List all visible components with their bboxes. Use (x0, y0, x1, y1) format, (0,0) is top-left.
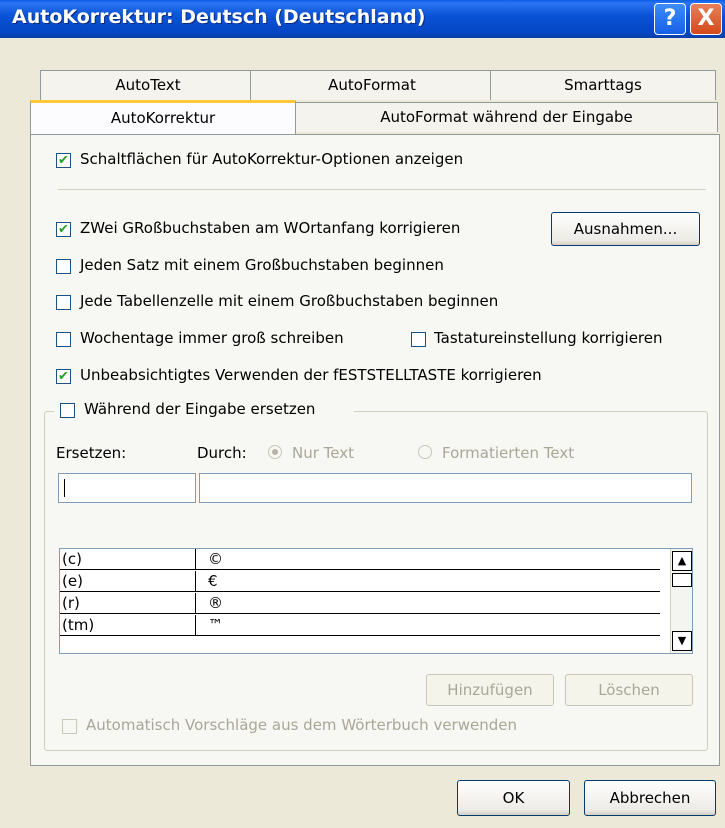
table-row[interactable]: (r) ® (60, 593, 660, 614)
separator (58, 189, 706, 190)
radio-formatted-text-label: Formatierten Text (442, 444, 575, 462)
radio-plain-text-label: Nur Text (292, 444, 354, 462)
scroll-down-icon[interactable]: ▼ (672, 631, 692, 651)
scroll-up-icon[interactable]: ▲ (672, 551, 692, 571)
tab-smarttags[interactable]: Smarttags (490, 70, 716, 100)
capslock-label: Unbeabsichtigtes Verwenden der fESTSTELL… (80, 366, 542, 384)
dictionary-checkbox[interactable] (62, 719, 77, 734)
durch-input[interactable] (199, 473, 692, 503)
sentence-cap-label: Jeden Satz mit einem Großbuchstaben begi… (80, 256, 444, 274)
table-row[interactable]: (tm) ™ (60, 615, 660, 636)
entry-to: ™ (208, 616, 223, 634)
replace-while-typing-checkbox[interactable] (60, 403, 75, 418)
cancel-button[interactable]: Abbrechen (584, 780, 716, 816)
entry-from: (e) (60, 571, 196, 592)
table-cell-cap-label: Jede Tabellenzelle mit einem Großbuchsta… (80, 292, 499, 310)
tab-autoformat[interactable]: AutoFormat (250, 70, 494, 100)
ersetzen-input[interactable] (58, 473, 196, 503)
tab-autokorrektur[interactable]: AutoKorrektur (30, 100, 296, 134)
keyboard-label: Tastatureinstellung korrigieren (434, 329, 663, 347)
scroll-thumb[interactable] (672, 573, 692, 587)
capslock-checkbox[interactable]: ✔ (56, 369, 71, 384)
exceptions-button[interactable]: Ausnahmen... (551, 212, 700, 246)
table-cell-cap-checkbox[interactable] (56, 295, 71, 310)
radio-plain-text[interactable] (268, 445, 282, 459)
entry-from: (tm) (60, 615, 196, 636)
close-button[interactable]: X (690, 3, 722, 35)
show-buttons-label: Schaltflächen für AutoKorrektur-Optionen… (80, 150, 464, 168)
autocorrect-list[interactable]: (c) © (e) € (r) ® (tm) ™ ▲ ▼ (59, 548, 693, 654)
keyboard-checkbox[interactable] (411, 332, 426, 347)
window-title: AutoKorrektur: Deutsch (Deutschland) (12, 6, 426, 28)
add-button[interactable]: Hinzufügen (426, 674, 554, 706)
replace-while-typing-label: Während der Eingabe ersetzen (84, 400, 316, 418)
text-cursor (64, 479, 65, 497)
tab-autoformat-typing[interactable]: AutoFormat während der Eingabe (295, 102, 718, 132)
entry-to: € (208, 572, 218, 590)
dictionary-label: Automatisch Vorschläge aus dem Wörterbuc… (86, 716, 517, 734)
entry-to: ® (208, 594, 223, 612)
ersetzen-label: Ersetzen: (56, 444, 127, 462)
show-buttons-checkbox[interactable]: ✔ (56, 153, 71, 168)
weekdays-checkbox[interactable] (56, 332, 71, 347)
entry-from: (r) (60, 593, 196, 614)
list-scrollbar[interactable]: ▲ ▼ (670, 549, 692, 653)
tab-autotext[interactable]: AutoText (40, 70, 256, 100)
delete-button[interactable]: Löschen (565, 674, 693, 706)
durch-label: Durch: (197, 444, 247, 462)
weekdays-label: Wochentage immer groß schreiben (80, 329, 344, 347)
entry-from: (c) (60, 549, 196, 570)
two-caps-checkbox[interactable]: ✔ (56, 222, 71, 237)
two-caps-label: ZWei GRoßbuchstaben am WOrtanfang korrig… (80, 219, 461, 237)
radio-formatted-text[interactable] (418, 445, 432, 459)
entry-to: © (208, 550, 223, 568)
table-row[interactable]: (c) © (60, 549, 660, 570)
table-row[interactable]: (e) € (60, 571, 660, 592)
ok-button[interactable]: OK (457, 780, 570, 816)
sentence-cap-checkbox[interactable] (56, 259, 71, 274)
help-button[interactable]: ? (654, 3, 686, 35)
